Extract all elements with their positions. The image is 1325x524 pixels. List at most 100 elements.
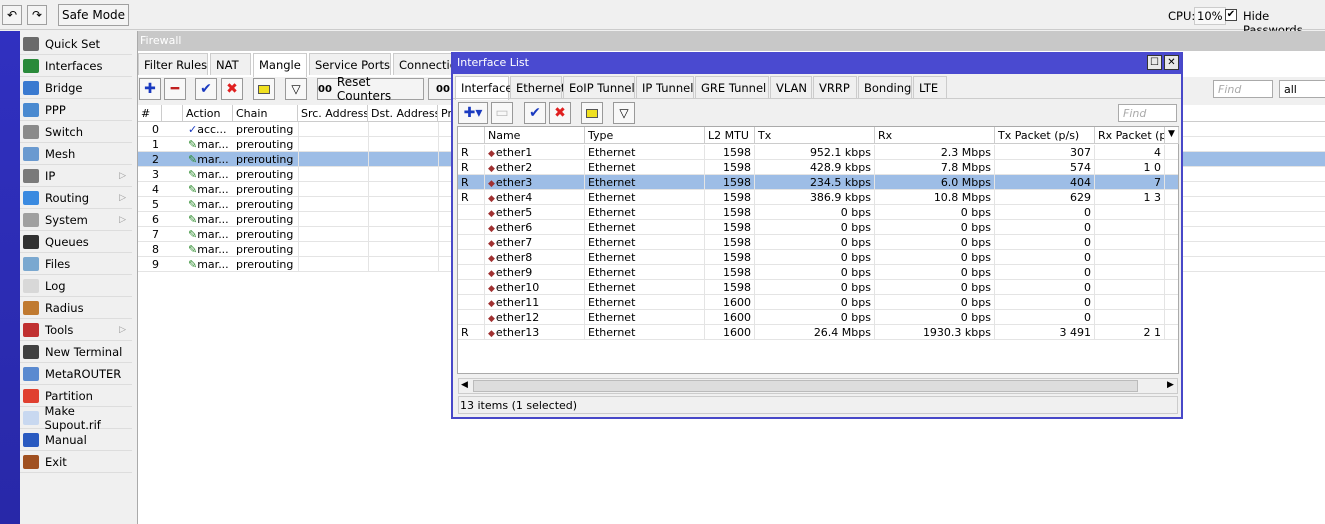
maximize-button[interactable]: ☐	[1147, 55, 1162, 70]
table-row[interactable]: R ◆ether2 Ethernet 1598 428.9 kbps 7.8 Mbps 57…	[458, 160, 1178, 175]
sidebar-item-log[interactable]: Log	[20, 275, 132, 297]
table-row[interactable]: ◆ether6 Ethernet 1598 0 bps 0 bps 0	[458, 220, 1178, 235]
cell-rx: 0 bps	[875, 295, 995, 310]
reset-counters-button[interactable]: 00 Reset Counters	[317, 75, 424, 103]
sidebar-item-label: Manual	[45, 432, 87, 447]
remove-button[interactable]: ━	[164, 78, 186, 100]
cell-tx: 0 bps	[755, 205, 875, 220]
safe-mode-button[interactable]: Safe Mode	[58, 4, 129, 26]
interface-name: ether13	[495, 326, 540, 339]
close-button[interactable]: ✕	[1164, 55, 1179, 70]
enable-button[interactable]: ✔	[195, 78, 217, 100]
table-row[interactable]: R ◆ether13 Ethernet 1600 26.4 Mbps 1930.3 kbp…	[458, 325, 1178, 340]
scrollbar-thumb[interactable]	[473, 380, 1138, 392]
column-header[interactable]: Tx Packet (p/s)	[995, 127, 1095, 144]
table-row[interactable]: ◆ether7 Ethernet 1598 0 bps 0 bps 0	[458, 235, 1178, 250]
add-dropdown-button[interactable]: ✚▾	[458, 102, 488, 124]
disable-button[interactable]: ✖	[221, 78, 243, 100]
tab-bonding[interactable]: Bonding	[858, 76, 912, 98]
table-row[interactable]: ◆ether12 Ethernet 1600 0 bps 0 bps 0	[458, 310, 1178, 325]
tab-vlan[interactable]: VLAN	[770, 76, 812, 98]
column-header[interactable]: Type	[585, 127, 705, 144]
column-header[interactable]: Dst. Address	[368, 105, 438, 122]
sidebar-item-system[interactable]: System ▷	[20, 209, 132, 231]
interface-find-input[interactable]: Find	[1118, 104, 1177, 122]
tab-eoip-tunnel[interactable]: EoIP Tunnel	[563, 76, 635, 98]
column-header[interactable]	[162, 105, 183, 122]
tab-gre-tunnel[interactable]: GRE Tunnel	[695, 76, 769, 98]
tab-ip-tunnel[interactable]: IP Tunnel	[636, 76, 694, 98]
sidebar-item-interfaces[interactable]: Interfaces	[20, 55, 132, 77]
sidebar-item-switch[interactable]: Switch	[20, 121, 132, 143]
table-row[interactable]: ◆ether8 Ethernet 1598 0 bps 0 bps 0	[458, 250, 1178, 265]
sidebar-item-routing[interactable]: Routing ▷	[20, 187, 132, 209]
sidebar-item-bridge[interactable]: Bridge	[20, 77, 132, 99]
filter-button[interactable]: ▽	[285, 78, 307, 100]
tab-lte[interactable]: LTE	[913, 76, 947, 98]
add-button[interactable]: ✚	[139, 78, 161, 100]
sidebar-item-make-supout-rif[interactable]: Make Supout.rif	[20, 404, 132, 432]
remove-button[interactable]: ▭	[491, 102, 513, 124]
table-row[interactable]: R ◆ether1 Ethernet 1598 952.1 kbps 2.3 Mbps 30…	[458, 145, 1178, 160]
sidebar-item-tools[interactable]: Tools ▷	[20, 319, 132, 341]
column-header[interactable]: Src. Address	[298, 105, 368, 122]
column-header[interactable]: Rx Packet (p.	[1095, 127, 1165, 144]
sidebar-item-ppp[interactable]: PPP	[20, 99, 132, 121]
table-row[interactable]: R ◆ether4 Ethernet 1598 386.9 kbps 10.8 Mbps 6…	[458, 190, 1178, 205]
column-header[interactable]: Rx	[875, 127, 995, 144]
cell-type: Ethernet	[585, 295, 705, 310]
tab-vrrp[interactable]: VRRP	[813, 76, 857, 98]
table-row[interactable]: ◆ether11 Ethernet 1600 0 bps 0 bps 0	[458, 295, 1178, 310]
sidebar-item-exit[interactable]: Exit	[20, 451, 132, 473]
comment-button[interactable]	[253, 78, 275, 100]
tab-mangle[interactable]: Mangle	[253, 53, 307, 77]
sidebar-item-metarouter[interactable]: MetaROUTER	[20, 363, 132, 385]
scroll-left-icon[interactable]: ◀	[461, 380, 468, 390]
tab-service-ports[interactable]: Service Ports	[309, 53, 391, 75]
column-header[interactable]: Name	[485, 127, 585, 144]
column-header[interactable]: Chain	[233, 105, 298, 122]
column-header[interactable]	[458, 127, 485, 144]
cell-rx: 0 bps	[875, 205, 995, 220]
cell-rx: 0 bps	[875, 280, 995, 295]
tab-ethernet[interactable]: Ethernet	[510, 76, 566, 98]
funnel-icon: ▽	[619, 106, 629, 120]
firewall-find-input[interactable]: Find	[1213, 80, 1273, 98]
sidebar-item-new-terminal[interactable]: New Terminal	[20, 341, 132, 363]
column-header[interactable]: #	[138, 105, 162, 122]
disable-button[interactable]: ✖	[549, 102, 571, 124]
hide-passwords-checkbox[interactable]: ✔	[1225, 9, 1237, 21]
tab-nat[interactable]: NAT	[210, 53, 251, 75]
column-header[interactable]: Action	[183, 105, 233, 122]
undo-button[interactable]: ↶	[2, 5, 22, 25]
filter-button[interactable]: ▽	[613, 102, 635, 124]
sidebar-item-radius[interactable]: Radius	[20, 297, 132, 319]
sidebar-item-ip[interactable]: IP ▷	[20, 165, 132, 187]
comment-button[interactable]	[581, 102, 603, 124]
column-header[interactable]: Tx	[755, 127, 875, 144]
table-row[interactable]: R ◆ether3 Ethernet 1598 234.5 kbps 6.0 Mbps 40…	[458, 175, 1178, 190]
redo-button[interactable]: ↷	[27, 5, 47, 25]
column-header[interactable]: L2 MTU	[705, 127, 755, 144]
column-chooser-icon[interactable]: ▼	[1165, 127, 1179, 144]
sidebar-item-quick-set[interactable]: Quick Set	[20, 33, 132, 55]
tab-interface[interactable]: Interface	[455, 76, 513, 100]
table-row[interactable]: ◆ether10 Ethernet 1598 0 bps 0 bps 0	[458, 280, 1178, 295]
column-divider	[298, 122, 299, 137]
horizontal-scrollbar[interactable]: ◀ ▶	[458, 378, 1178, 394]
check-icon: ✔	[529, 105, 541, 121]
cell-type: Ethernet	[585, 265, 705, 280]
sidebar-item-mesh[interactable]: Mesh	[20, 143, 132, 165]
table-row[interactable]: ◆ether5 Ethernet 1598 0 bps 0 bps 0	[458, 205, 1178, 220]
tab-filter-rules[interactable]: Filter Rules	[138, 53, 208, 75]
sidebar-item-manual[interactable]: Manual	[20, 429, 132, 451]
table-row[interactable]: ◆ether9 Ethernet 1598 0 bps 0 bps 0	[458, 265, 1178, 280]
sidebar-item-files[interactable]: Files	[20, 253, 132, 275]
enable-button[interactable]: ✔	[524, 102, 546, 124]
scroll-right-icon[interactable]: ▶	[1167, 380, 1174, 390]
cell-txp: 0	[995, 310, 1095, 325]
sidebar-item-queues[interactable]: Queues	[20, 231, 132, 253]
cell-type: Ethernet	[585, 160, 705, 175]
cell-name: ◆ether1	[485, 145, 585, 160]
chain-filter-select[interactable]: all	[1279, 80, 1325, 98]
